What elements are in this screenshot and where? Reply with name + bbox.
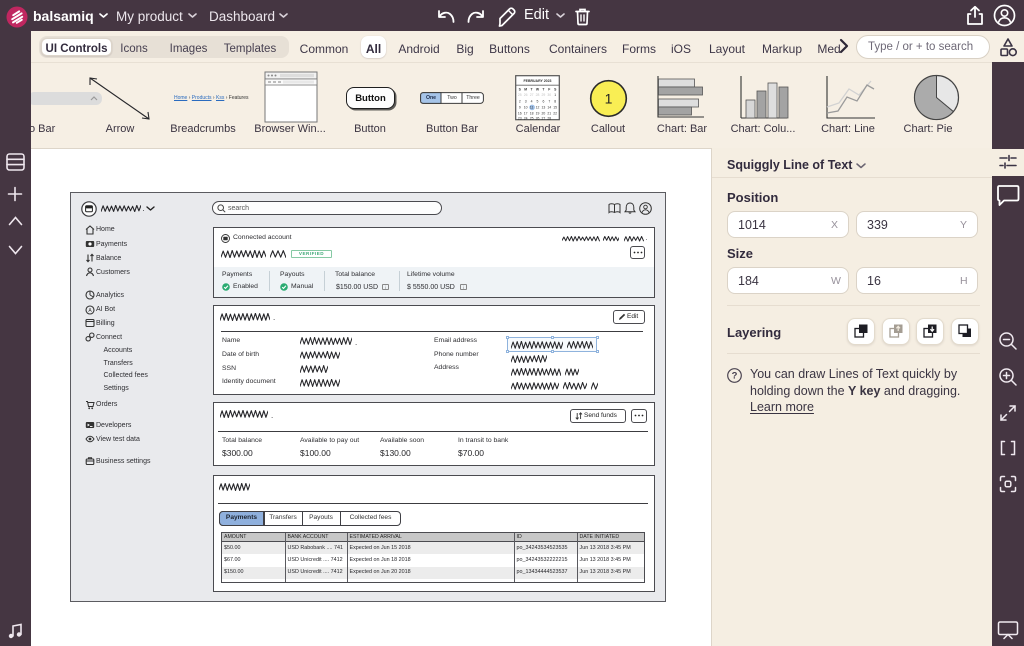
svg-text:5: 5 [536,100,538,104]
svg-text:22: 22 [553,111,557,115]
svg-text:21: 21 [547,111,551,115]
svg-text:19: 19 [535,111,539,115]
svg-text:1: 1 [554,93,556,97]
svg-text:25: 25 [529,117,533,121]
svg-text:30: 30 [547,93,551,97]
svg-text:28: 28 [547,117,551,121]
svg-text:17: 17 [523,111,527,115]
svg-text:28: 28 [535,93,539,97]
svg-text:14: 14 [547,106,551,110]
svg-text:26: 26 [535,117,539,121]
svg-text:7: 7 [548,100,550,104]
svg-text:27: 27 [541,117,545,121]
svg-text:FEBRUARY 2023: FEBRUARY 2023 [523,79,551,83]
svg-text:20: 20 [541,111,545,115]
svg-text:2: 2 [518,100,520,104]
svg-text:15: 15 [553,106,557,110]
svg-text:26: 26 [523,93,527,97]
svg-text:23: 23 [517,117,521,121]
svg-text:13: 13 [541,106,545,110]
svg-text:8: 8 [554,100,556,104]
svg-text:12: 12 [535,106,539,110]
svg-text:4: 4 [530,100,532,104]
svg-text:1: 1 [605,91,613,107]
svg-text:6: 6 [542,100,544,104]
svg-text:29: 29 [541,93,545,97]
svg-text:24: 24 [523,117,527,121]
svg-text:25: 25 [517,93,521,97]
svg-text:16: 16 [517,111,521,115]
svg-text:M: M [524,87,527,91]
svg-text:27: 27 [529,93,533,97]
svg-text:9: 9 [518,106,520,110]
svg-text:3: 3 [524,100,526,104]
svg-text:18: 18 [529,111,533,115]
svg-text:11: 11 [529,106,533,110]
svg-text:F: F [548,87,550,91]
svg-text:?: ? [732,370,738,381]
svg-text:10: 10 [523,106,527,110]
